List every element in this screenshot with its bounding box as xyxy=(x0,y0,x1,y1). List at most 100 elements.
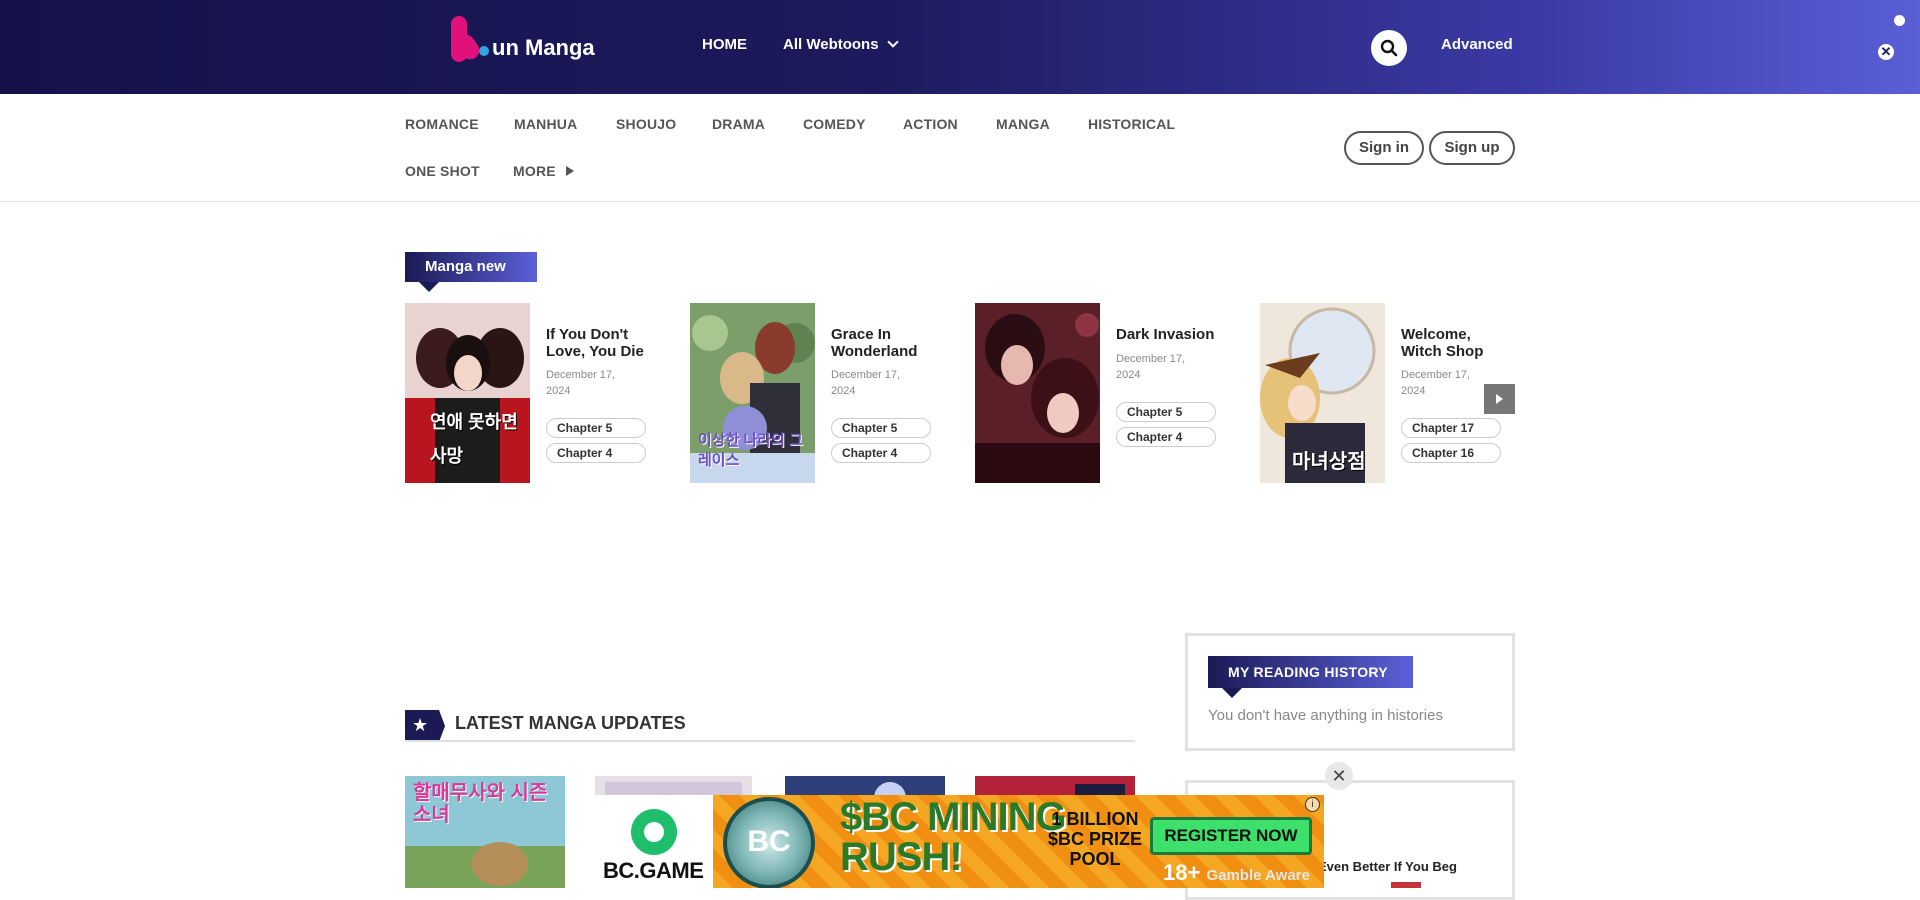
manga-title[interactable]: Welcome, Witch Shop xyxy=(1401,326,1483,360)
ad-prize-line1: 1 BILLION xyxy=(1051,809,1139,829)
chapter-link[interactable]: Chapter 5 xyxy=(546,418,646,438)
manga-title-line2: Witch Shop xyxy=(1401,343,1484,360)
notification-dot[interactable] xyxy=(1894,15,1905,26)
manga-date: December 17, 2024 xyxy=(1116,351,1185,383)
ad-headline: $BC MINING RUSH! xyxy=(840,795,1067,879)
ad-brand: BC.GAME xyxy=(603,858,704,883)
chapter-link[interactable]: Chapter 5 xyxy=(1116,402,1216,422)
manga-title-line1: If You Don't xyxy=(546,326,629,343)
ribbon-tip xyxy=(419,282,439,292)
chevron-down-icon xyxy=(886,36,899,48)
sign-in-button[interactable]: Sign in xyxy=(1344,131,1424,165)
genre-romance[interactable]: ROMANCE xyxy=(405,116,479,132)
search-button[interactable] xyxy=(1371,30,1407,66)
top-header: un Manga HOME All Webtoons Advanced ✕ xyxy=(0,0,1920,94)
close-icon[interactable]: ✕ xyxy=(1878,44,1894,60)
sign-up-button[interactable]: Sign up xyxy=(1429,131,1515,165)
manga-date-line1: December 17, xyxy=(1401,369,1471,381)
ad-brand-panel: BC.GAME xyxy=(595,795,713,888)
reading-history-empty: You don't have anything in histories xyxy=(1208,707,1443,724)
chapter-link[interactable]: Chapter 4 xyxy=(831,443,931,463)
slider-next-button[interactable] xyxy=(1484,384,1515,414)
logo-text: un Manga xyxy=(492,35,595,60)
manga-date-line2: 2024 xyxy=(1116,369,1141,381)
chapter-link[interactable]: Chapter 17 xyxy=(1401,418,1501,438)
ad-gamble-text: Gamble Aware xyxy=(1206,867,1310,884)
manga-title-line2: Love, You Die xyxy=(546,343,644,360)
ad-gamble-aware: 18+ Gamble Aware xyxy=(1163,860,1310,886)
manga-date: December 17, 2024 xyxy=(546,367,615,399)
bc-logo-icon xyxy=(631,809,677,855)
ad-info-icon[interactable]: i xyxy=(1305,797,1320,812)
caret-right-icon xyxy=(565,166,574,176)
chapter-link[interactable]: Chapter 4 xyxy=(1116,427,1216,447)
ad-banner[interactable]: BC.GAME BC $BC MINING RUSH! 1 BILLION $B… xyxy=(595,795,1324,888)
coin-label: BC xyxy=(747,825,791,858)
genre-comedy[interactable]: COMEDY xyxy=(803,116,866,132)
ad-close-button[interactable]: ✕ xyxy=(1325,762,1353,790)
ad-prize: 1 BILLION $BC PRIZE POOL xyxy=(1035,809,1155,869)
search-icon xyxy=(1380,39,1398,57)
manga-cover[interactable] xyxy=(975,303,1100,483)
genre-action[interactable]: ACTION xyxy=(903,116,958,132)
manga-title-line1: Welcome, xyxy=(1401,326,1471,343)
genre-manga[interactable]: MANGA xyxy=(996,116,1050,132)
cover-art xyxy=(975,303,1100,483)
manga-date-line1: December 17, xyxy=(546,369,616,381)
chapter-link[interactable]: Chapter 16 xyxy=(1401,443,1501,463)
reading-history-title: MY READING HISTORY xyxy=(1228,664,1388,680)
site-logo[interactable]: un Manga xyxy=(451,12,595,62)
manga-title-line2: Wonderland xyxy=(831,343,918,360)
genre-more[interactable]: MORE xyxy=(513,163,574,179)
genre-manhua[interactable]: MANHUA xyxy=(514,116,577,132)
reading-history-ribbon: MY READING HISTORY xyxy=(1208,656,1413,698)
latest-updates-title: LATEST MANGA UPDATES xyxy=(455,713,686,733)
popular-item-title[interactable]: Even Better If You Beg xyxy=(1318,859,1457,874)
ad-prize-line3: POOL xyxy=(1069,849,1121,869)
genre-bar xyxy=(0,94,1920,202)
logo-dot xyxy=(479,46,489,56)
nav-all-webtoons[interactable]: All Webtoons xyxy=(783,36,899,53)
cover-title-art: 마녀상점 xyxy=(1292,451,1366,473)
manga-title-line1: Grace In xyxy=(831,326,892,343)
ad-register-button[interactable]: REGISTER NOW xyxy=(1150,817,1312,855)
genre-shoujo[interactable]: SHOUJO xyxy=(616,116,676,132)
genre-drama[interactable]: DRAMA xyxy=(712,116,765,132)
genre-historical[interactable]: HISTORICAL xyxy=(1088,116,1175,132)
chapter-link[interactable]: Chapter 4 xyxy=(546,443,646,463)
manga-date-line1: December 17, xyxy=(831,369,901,381)
nav-home[interactable]: HOME xyxy=(702,36,747,53)
manga-cover[interactable]: 연애 못하면 사망 xyxy=(405,303,530,483)
nav-all-webtoons-label: All Webtoons xyxy=(783,36,879,53)
manga-cover[interactable]: 이상한 나라의 그레이스 xyxy=(690,303,815,483)
latest-star-badge: ★ xyxy=(405,710,445,742)
star-icon: ★ xyxy=(412,715,429,735)
manga-title[interactable]: If You Don't Love, You Die xyxy=(546,326,644,360)
manga-cover[interactable]: 마녀상점 xyxy=(1260,303,1385,483)
genre-more-label: MORE xyxy=(513,163,556,179)
logo-k-mark xyxy=(451,16,467,62)
cover-title-art: 이상한 나라의 그레이스 xyxy=(698,432,803,469)
manga-title[interactable]: Grace In Wonderland xyxy=(831,326,917,360)
nav-advanced[interactable]: Advanced xyxy=(1441,36,1513,53)
manga-new-label: Manga new xyxy=(425,258,506,275)
manga-title[interactable]: Dark Invasion xyxy=(1116,326,1214,343)
ribbon-tip xyxy=(1222,688,1242,698)
popular-item-thumb[interactable] xyxy=(1391,882,1421,888)
ad-prize-line2: $BC PRIZE xyxy=(1047,829,1143,849)
manga-date: December 17, 2024 xyxy=(831,367,900,399)
manga-date-line1: December 17, xyxy=(1116,353,1186,365)
latest-thumb[interactable]: 할매무사와 시즌소녀 xyxy=(405,776,565,888)
thumb-title-art: 할매무사와 시즌소녀 xyxy=(413,782,548,826)
ad-age: 18+ xyxy=(1163,860,1201,885)
manga-new-ribbon: Manga new xyxy=(405,252,537,292)
manga-date-line2: 2024 xyxy=(1401,385,1426,397)
chapter-link[interactable]: Chapter 5 xyxy=(831,418,931,438)
ad-headline-line1: $BC MINING xyxy=(840,795,1067,839)
cover-title-art: 연애 못하면 사망 xyxy=(430,412,518,466)
manga-date-line2: 2024 xyxy=(546,385,571,397)
section-divider xyxy=(405,740,1135,742)
genre-one-shot[interactable]: ONE SHOT xyxy=(405,163,480,179)
ad-headline-line2: RUSH! xyxy=(840,835,963,879)
manga-date-line2: 2024 xyxy=(831,385,856,397)
